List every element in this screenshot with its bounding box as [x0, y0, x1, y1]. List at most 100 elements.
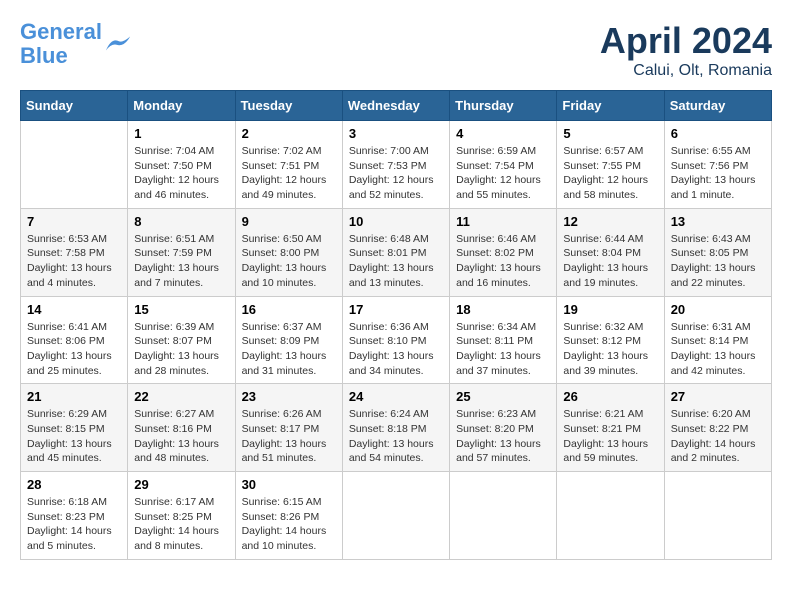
day-number: 25	[456, 389, 550, 404]
day-info: Sunrise: 7:02 AM Sunset: 7:51 PM Dayligh…	[242, 144, 336, 203]
logo: General Blue	[20, 20, 132, 68]
day-info: Sunrise: 6:51 AM Sunset: 7:59 PM Dayligh…	[134, 232, 228, 291]
col-header-thursday: Thursday	[450, 91, 557, 121]
day-cell: 25Sunrise: 6:23 AM Sunset: 8:20 PM Dayli…	[450, 384, 557, 472]
calendar-header-row: SundayMondayTuesdayWednesdayThursdayFrid…	[21, 91, 772, 121]
day-cell: 12Sunrise: 6:44 AM Sunset: 8:04 PM Dayli…	[557, 208, 664, 296]
col-header-monday: Monday	[128, 91, 235, 121]
col-header-wednesday: Wednesday	[342, 91, 449, 121]
day-info: Sunrise: 6:18 AM Sunset: 8:23 PM Dayligh…	[27, 495, 121, 554]
day-number: 19	[563, 302, 657, 317]
calendar-table: SundayMondayTuesdayWednesdayThursdayFrid…	[20, 90, 772, 560]
day-number: 30	[242, 477, 336, 492]
day-number: 15	[134, 302, 228, 317]
day-number: 24	[349, 389, 443, 404]
day-number: 29	[134, 477, 228, 492]
day-number: 1	[134, 126, 228, 141]
day-number: 23	[242, 389, 336, 404]
page-header: General Blue April 2024 Calui, Olt, Roma…	[20, 20, 772, 80]
day-cell: 29 Sunrise: 6:17 AM Sunset: 8:25 PM Dayli…	[128, 472, 235, 560]
day-number: 28	[27, 477, 121, 492]
day-cell: 14Sunrise: 6:41 AM Sunset: 8:06 PM Dayli…	[21, 296, 128, 384]
day-cell: 9 Sunrise: 6:50 AM Sunset: 8:00 PM Daylig…	[235, 208, 342, 296]
col-header-sunday: Sunday	[21, 91, 128, 121]
day-number: 14	[27, 302, 121, 317]
location: Calui, Olt, Romania	[600, 62, 772, 80]
day-cell	[557, 472, 664, 560]
col-header-friday: Friday	[557, 91, 664, 121]
day-cell: 28 Sunrise: 6:18 AM Sunset: 8:23 PM Dayli…	[21, 472, 128, 560]
day-cell: 1Sunrise: 7:04 AM Sunset: 7:50 PM Daylig…	[128, 121, 235, 209]
day-number: 27	[671, 389, 765, 404]
day-info: Sunrise: 6:50 AM Sunset: 8:00 PM Dayligh…	[242, 232, 336, 291]
day-cell: 4Sunrise: 6:59 AM Sunset: 7:54 PM Daylig…	[450, 121, 557, 209]
day-cell: 27Sunrise: 6:20 AM Sunset: 8:22 PM Dayli…	[664, 384, 771, 472]
day-cell: 18 Sunrise: 6:34 AM Sunset: 8:11 PM Dayli…	[450, 296, 557, 384]
logo-line2: Blue	[20, 43, 68, 68]
day-cell: 26 Sunrise: 6:21 AM Sunset: 8:21 PM Dayli…	[557, 384, 664, 472]
day-info: Sunrise: 6:43 AM Sunset: 8:05 PM Dayligh…	[671, 232, 765, 291]
day-number: 7	[27, 214, 121, 229]
day-info: Sunrise: 6:37 AM Sunset: 8:09 PM Dayligh…	[242, 320, 336, 379]
day-cell: 8Sunrise: 6:51 AM Sunset: 7:59 PM Daylig…	[128, 208, 235, 296]
col-header-saturday: Saturday	[664, 91, 771, 121]
day-number: 4	[456, 126, 550, 141]
logo-line1: General	[20, 19, 102, 44]
day-cell: 17Sunrise: 6:36 AM Sunset: 8:10 PM Dayli…	[342, 296, 449, 384]
day-info: Sunrise: 6:29 AM Sunset: 8:15 PM Dayligh…	[27, 407, 121, 466]
day-cell: 3Sunrise: 7:00 AM Sunset: 7:53 PM Daylig…	[342, 121, 449, 209]
day-cell: 16Sunrise: 6:37 AM Sunset: 8:09 PM Dayli…	[235, 296, 342, 384]
day-number: 5	[563, 126, 657, 141]
day-number: 11	[456, 214, 550, 229]
day-cell: 10 Sunrise: 6:48 AM Sunset: 8:01 PM Dayli…	[342, 208, 449, 296]
day-cell: 6 Sunrise: 6:55 AM Sunset: 7:56 PM Daylig…	[664, 121, 771, 209]
day-cell: 11 Sunrise: 6:46 AM Sunset: 8:02 PM Dayli…	[450, 208, 557, 296]
day-number: 17	[349, 302, 443, 317]
logo-bird-icon	[104, 33, 132, 55]
day-info: Sunrise: 6:24 AM Sunset: 8:18 PM Dayligh…	[349, 407, 443, 466]
day-cell: 20Sunrise: 6:31 AM Sunset: 8:14 PM Dayli…	[664, 296, 771, 384]
day-number: 10	[349, 214, 443, 229]
day-info: Sunrise: 6:32 AM Sunset: 8:12 PM Dayligh…	[563, 320, 657, 379]
day-info: Sunrise: 6:55 AM Sunset: 7:56 PM Dayligh…	[671, 144, 765, 203]
day-cell: 21Sunrise: 6:29 AM Sunset: 8:15 PM Dayli…	[21, 384, 128, 472]
day-cell: 30 Sunrise: 6:15 AM Sunset: 8:26 PM Dayli…	[235, 472, 342, 560]
day-cell: 23 Sunrise: 6:26 AM Sunset: 8:17 PM Dayli…	[235, 384, 342, 472]
day-cell: 2 Sunrise: 7:02 AM Sunset: 7:51 PM Daylig…	[235, 121, 342, 209]
day-cell: 15Sunrise: 6:39 AM Sunset: 8:07 PM Dayli…	[128, 296, 235, 384]
day-cell: 24 Sunrise: 6:24 AM Sunset: 8:18 PM Dayli…	[342, 384, 449, 472]
day-cell: 22Sunrise: 6:27 AM Sunset: 8:16 PM Dayli…	[128, 384, 235, 472]
day-cell	[664, 472, 771, 560]
day-info: Sunrise: 6:34 AM Sunset: 8:11 PM Dayligh…	[456, 320, 550, 379]
day-number: 6	[671, 126, 765, 141]
day-number: 13	[671, 214, 765, 229]
day-cell	[342, 472, 449, 560]
week-row-4: 21Sunrise: 6:29 AM Sunset: 8:15 PM Dayli…	[21, 384, 772, 472]
day-info: Sunrise: 6:17 AM Sunset: 8:25 PM Dayligh…	[134, 495, 228, 554]
day-cell: 19 Sunrise: 6:32 AM Sunset: 8:12 PM Dayli…	[557, 296, 664, 384]
day-number: 22	[134, 389, 228, 404]
day-number: 18	[456, 302, 550, 317]
logo-text: General Blue	[20, 20, 102, 68]
day-cell: 7Sunrise: 6:53 AM Sunset: 7:58 PM Daylig…	[21, 208, 128, 296]
day-info: Sunrise: 7:00 AM Sunset: 7:53 PM Dayligh…	[349, 144, 443, 203]
day-cell: 13 Sunrise: 6:43 AM Sunset: 8:05 PM Dayli…	[664, 208, 771, 296]
day-info: Sunrise: 6:31 AM Sunset: 8:14 PM Dayligh…	[671, 320, 765, 379]
week-row-5: 28 Sunrise: 6:18 AM Sunset: 8:23 PM Dayli…	[21, 472, 772, 560]
week-row-3: 14Sunrise: 6:41 AM Sunset: 8:06 PM Dayli…	[21, 296, 772, 384]
day-info: Sunrise: 6:46 AM Sunset: 8:02 PM Dayligh…	[456, 232, 550, 291]
week-row-1: 1Sunrise: 7:04 AM Sunset: 7:50 PM Daylig…	[21, 121, 772, 209]
day-info: Sunrise: 6:21 AM Sunset: 8:21 PM Dayligh…	[563, 407, 657, 466]
day-info: Sunrise: 6:48 AM Sunset: 8:01 PM Dayligh…	[349, 232, 443, 291]
day-number: 26	[563, 389, 657, 404]
day-number: 9	[242, 214, 336, 229]
day-cell: 5Sunrise: 6:57 AM Sunset: 7:55 PM Daylig…	[557, 121, 664, 209]
day-number: 2	[242, 126, 336, 141]
day-info: Sunrise: 6:15 AM Sunset: 8:26 PM Dayligh…	[242, 495, 336, 554]
day-info: Sunrise: 6:44 AM Sunset: 8:04 PM Dayligh…	[563, 232, 657, 291]
day-cell	[21, 121, 128, 209]
title-block: April 2024 Calui, Olt, Romania	[600, 20, 772, 80]
day-cell	[450, 472, 557, 560]
col-header-tuesday: Tuesday	[235, 91, 342, 121]
day-info: Sunrise: 6:26 AM Sunset: 8:17 PM Dayligh…	[242, 407, 336, 466]
